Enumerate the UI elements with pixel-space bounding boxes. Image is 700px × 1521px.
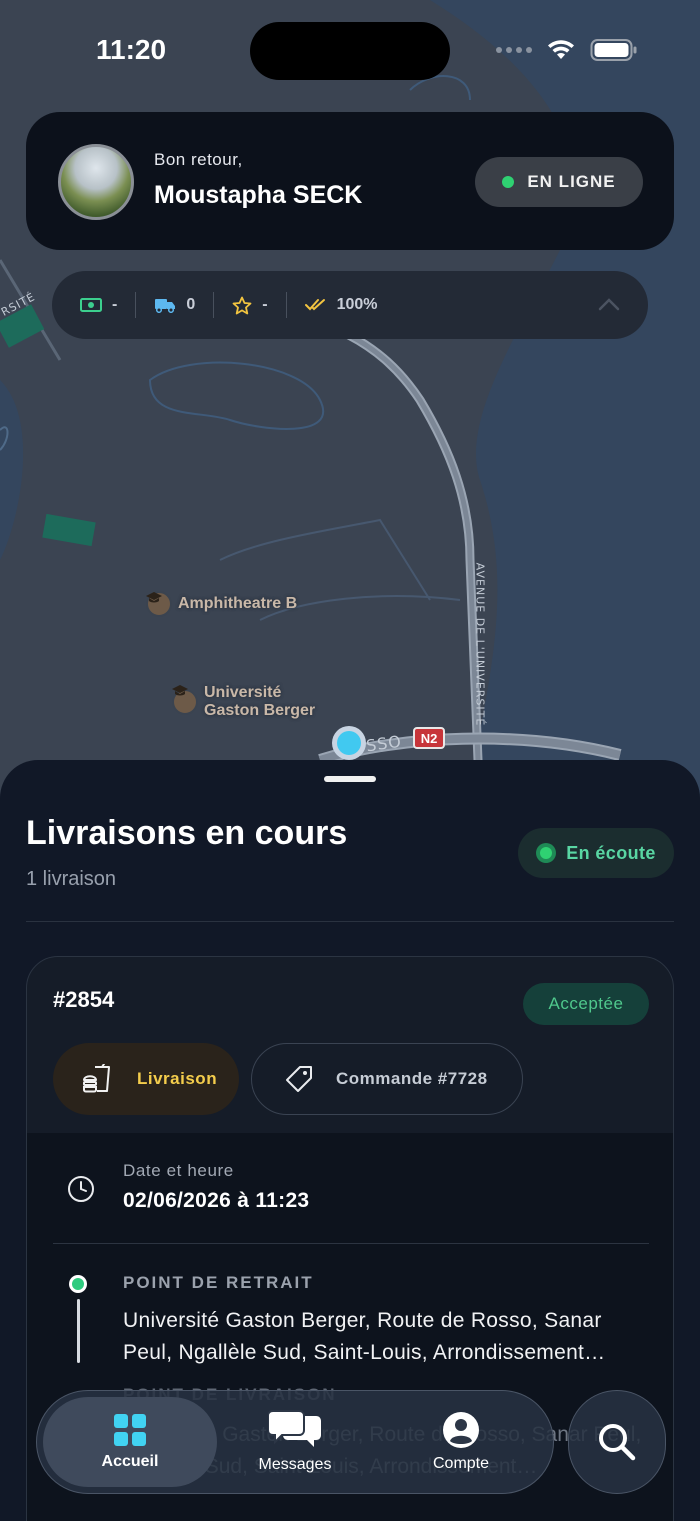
- online-status-label: EN LIGNE: [527, 172, 616, 191]
- stat-deliveries-value: 0: [186, 296, 196, 313]
- user-icon: [443, 1412, 479, 1448]
- stat-divider: [213, 292, 215, 318]
- status-bar: 11:20: [0, 0, 700, 100]
- search-button[interactable]: [568, 1390, 666, 1494]
- listening-status-label: En écoute: [566, 842, 656, 863]
- poi-label: Université Gaston Berger: [204, 684, 315, 720]
- n2-road-badge: N2: [413, 727, 445, 749]
- stat-deliveries: 0: [154, 296, 195, 314]
- poi-label-line2: Gaston Berger: [204, 702, 316, 719]
- stats-bar[interactable]: - 0 - 100%: [52, 271, 648, 339]
- star-icon: [232, 296, 252, 314]
- status-badge: Acceptée: [523, 983, 649, 1025]
- poi-amphitheatre[interactable]: Amphitheatre B: [146, 591, 297, 617]
- tab-messages-label: Messages: [258, 1456, 332, 1473]
- listening-indicator-dot: [536, 843, 557, 863]
- poi-universite[interactable]: Université Gaston Berger: [172, 684, 315, 720]
- stat-rating-value: -: [262, 296, 268, 313]
- tab-home[interactable]: Accueil: [43, 1397, 217, 1487]
- datetime-label: Date et heure: [123, 1161, 234, 1180]
- delivery-type-chip: Livraison: [53, 1043, 239, 1115]
- greeting-text: Bon retour,: [154, 150, 243, 169]
- tag-icon: [286, 1066, 312, 1092]
- driver-name: Moustapha SECK: [154, 181, 363, 209]
- tab-account-label: Compte: [432, 1455, 490, 1472]
- stat-divider: [285, 292, 287, 318]
- truck-icon: [155, 299, 176, 313]
- delivery-type-label: Livraison: [137, 1069, 218, 1088]
- sheet-title: Livraisons en cours: [26, 814, 348, 852]
- order-reference-chip[interactable]: Commande #7728: [251, 1043, 523, 1115]
- avatar[interactable]: [58, 144, 134, 220]
- online-indicator-dot: [502, 176, 515, 188]
- search-icon: [599, 1424, 636, 1461]
- listening-status-badge[interactable]: En écoute: [518, 828, 674, 878]
- order-id: #2854: [53, 987, 115, 1012]
- status-icons: [496, 38, 638, 62]
- divider: [26, 921, 674, 922]
- sheet-drag-handle[interactable]: [324, 776, 376, 782]
- wifi-icon: [548, 40, 574, 59]
- poi-label: Amphitheatre B: [178, 595, 298, 612]
- poi-label-line1: Université: [204, 684, 282, 701]
- stat-earnings-value: -: [112, 296, 118, 313]
- graduation-cap-icon: [146, 591, 172, 617]
- stat-divider: [135, 292, 137, 318]
- double-check-icon: [304, 299, 325, 311]
- clock-icon: [68, 1176, 94, 1202]
- cash-icon: [80, 298, 102, 312]
- battery-icon: [590, 39, 637, 61]
- stat-rating: -: [232, 296, 268, 315]
- fast-food-icon: [83, 1064, 110, 1093]
- road-label-avenue: AVENUE DE L'UNIVERSITÉ: [473, 562, 487, 727]
- order-reference-label: Commande #7728: [336, 1069, 488, 1088]
- pickup-marker-icon: [69, 1275, 87, 1293]
- pickup-label: POINT DE RETRAIT: [123, 1273, 314, 1292]
- pickup-address: Université Gaston Berger, Route de Rosso…: [123, 1309, 606, 1364]
- datetime-value: 02/06/2026 à 11:23: [123, 1189, 310, 1212]
- divider: [53, 1243, 649, 1244]
- tab-account[interactable]: Compte: [399, 1397, 523, 1487]
- current-location-marker: [332, 726, 366, 760]
- route-connector-line: [77, 1299, 80, 1363]
- graduation-cap-icon: [172, 685, 198, 715]
- cellular-signal-icon: [496, 47, 532, 53]
- tab-home-label: Accueil: [101, 1453, 159, 1470]
- stat-earnings: -: [80, 296, 117, 314]
- status-time: 11:20: [96, 34, 167, 65]
- stat-acceptance-value: 100%: [336, 296, 378, 313]
- bottom-tab-bar: Accueil Messages Compte: [36, 1390, 554, 1494]
- stat-acceptance: 100%: [304, 296, 378, 314]
- grid-icon: [114, 1414, 146, 1446]
- deliveries-count: 1 livraison: [26, 868, 117, 890]
- driver-header-card: Bon retour, Moustapha SECK EN LIGNE: [26, 112, 674, 250]
- tab-messages[interactable]: Messages: [233, 1397, 357, 1487]
- chevron-up-icon[interactable]: [598, 297, 620, 311]
- online-status-toggle[interactable]: EN LIGNE: [475, 157, 643, 207]
- chat-bubbles-icon: [268, 1410, 321, 1447]
- dynamic-island: [250, 22, 450, 80]
